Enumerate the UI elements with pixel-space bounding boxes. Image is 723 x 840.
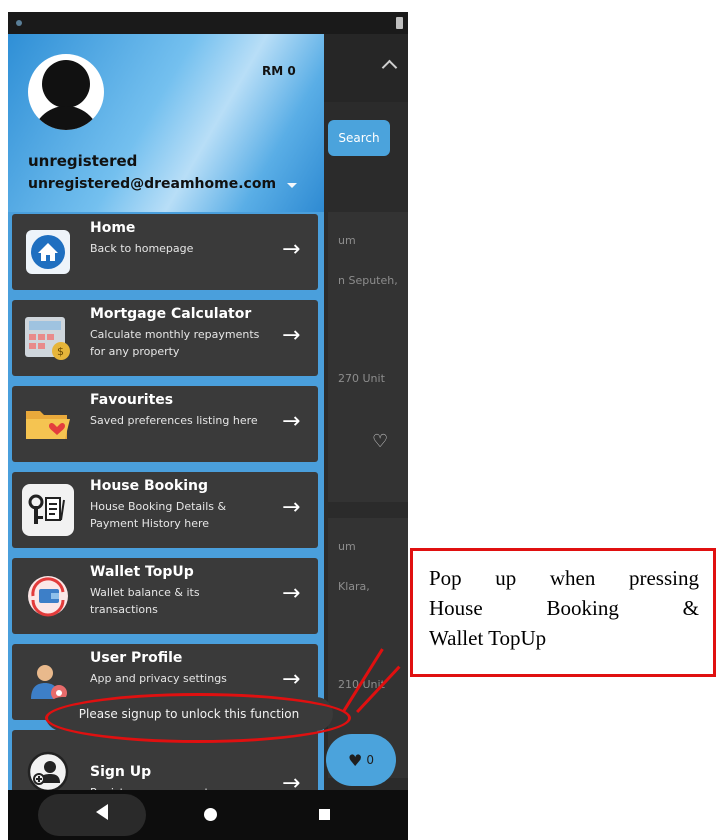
home-icon <box>22 226 74 278</box>
key-document-icon <box>22 484 74 536</box>
navigation-drawer: RM 0 unregistered unregistered@dreamhome… <box>8 34 324 802</box>
recent-apps-icon[interactable] <box>319 809 330 820</box>
annotation-highlight-ellipse <box>45 693 351 743</box>
wallet-balance: RM 0 <box>262 64 296 78</box>
menu-item-subtitle: House Booking Details & Payment History … <box>90 500 227 530</box>
menu-item-title: House Booking <box>90 478 209 494</box>
drawer-header: RM 0 unregistered unregistered@dreamhome… <box>8 34 324 212</box>
annotation-callout-box: Pop up when pressing House Booking & Wal… <box>410 548 716 677</box>
menu-item-house-booking[interactable]: House Booking House Booking Details & Pa… <box>12 472 318 548</box>
annotation-line-2: House Booking & <box>429 596 699 620</box>
menu-item-subtitle: App and privacy settings <box>90 672 227 685</box>
back-button[interactable] <box>38 794 146 836</box>
menu-item-subtitle: Calculate monthly repayments for any pro… <box>90 328 260 358</box>
menu-item-subtitle: Saved preferences listing here <box>90 414 258 427</box>
account-dropdown-icon[interactable] <box>287 183 297 188</box>
chevron-up-icon[interactable] <box>381 59 398 76</box>
listing-name: um <box>338 234 356 247</box>
arrow-right-icon: → <box>282 409 301 434</box>
arrow-right-icon: → <box>282 667 301 692</box>
menu-item-subtitle: Wallet balance & its transactions <box>90 586 200 616</box>
arrow-right-icon: → <box>282 237 301 262</box>
menu-item-title: User Profile <box>90 650 183 666</box>
annotation-line-3: Wallet TopUp <box>429 626 547 650</box>
menu-item-title: Home <box>90 220 136 236</box>
listing-name: um <box>338 540 356 553</box>
svg-text:$: $ <box>57 345 64 358</box>
calculator-icon: $ <box>22 312 74 364</box>
menu-item-favourites[interactable]: Favourites Saved preferences listing her… <box>12 386 318 462</box>
menu-item-title: Favourites <box>90 392 174 408</box>
avatar[interactable] <box>28 54 104 130</box>
arrow-right-icon: → <box>282 581 301 606</box>
background-app-bar <box>324 34 408 102</box>
user-email: unregistered@dreamhome.com <box>28 176 277 192</box>
battery-icon <box>396 17 403 29</box>
system-navigation-bar <box>8 790 408 840</box>
folder-heart-icon <box>22 398 74 450</box>
menu-item-title: Mortgage Calculator <box>90 306 252 322</box>
arrow-right-icon: → <box>282 323 301 348</box>
listing-location: n Seputeh, <box>338 274 398 287</box>
background-listing-screen: Search um n Seputeh, 270 Unit ♡ um Klara… <box>324 34 408 802</box>
menu-item-mortgage-calculator[interactable]: $ Mortgage Calculator Calculate monthly … <box>12 300 318 376</box>
menu-item-title: Sign Up <box>90 764 152 780</box>
annotation-line-1: Pop up when pressing <box>429 566 699 590</box>
user-name: unregistered <box>28 152 138 170</box>
search-button[interactable]: Search <box>328 120 390 156</box>
wallet-refresh-icon <box>22 570 74 622</box>
back-triangle-icon <box>96 804 108 820</box>
menu-item-title: Wallet TopUp <box>90 564 194 580</box>
listing-units: 270 Unit <box>338 372 385 385</box>
arrow-right-icon: → <box>282 495 301 520</box>
listing-card[interactable]: um n Seputeh, 270 Unit ♡ <box>328 212 408 502</box>
favourite-heart-icon[interactable]: ♡ <box>372 433 388 451</box>
favourites-fab-button[interactable]: ♥ 0 <box>326 734 396 786</box>
home-circle-icon[interactable] <box>204 808 217 821</box>
status-bar <box>8 12 408 34</box>
menu-item-home[interactable]: Home Back to homepage → <box>12 214 318 290</box>
favourites-count: 0 <box>366 753 374 767</box>
notification-dot-icon <box>16 20 22 26</box>
listing-location: Klara, <box>338 580 370 593</box>
heart-icon: ♥ <box>348 750 363 770</box>
menu-item-subtitle: Back to homepage <box>90 242 194 255</box>
menu-item-wallet-topup[interactable]: Wallet TopUp Wallet balance & its transa… <box>12 558 318 634</box>
